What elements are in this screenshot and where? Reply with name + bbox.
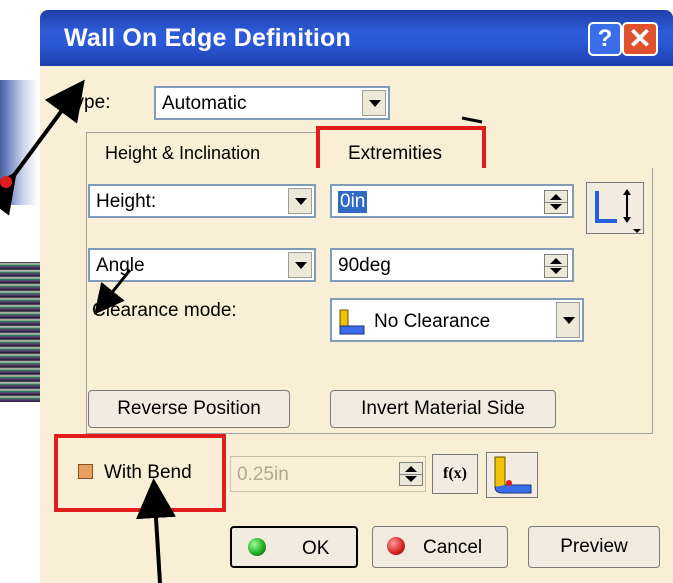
- height-mode-value: Height:: [96, 191, 157, 212]
- angle-mode-dropdown[interactable]: Angle: [88, 248, 316, 282]
- clearance-mode-label: Clearance mode:: [92, 300, 237, 321]
- bend-radius-spinner[interactable]: [399, 462, 423, 486]
- clearance-mode-value: No Clearance: [374, 311, 491, 332]
- chevron-down-icon[interactable]: [556, 302, 580, 338]
- with-bend-checkbox[interactable]: [78, 464, 93, 479]
- preview-button[interactable]: Preview: [528, 526, 660, 568]
- bend-parameters-icon: [494, 456, 532, 494]
- tab-label: Extremities: [348, 143, 442, 164]
- cancel-button[interactable]: Cancel: [372, 526, 508, 568]
- tab-height-inclination[interactable]: Height & Inclination: [86, 132, 320, 171]
- window-title: Wall On Edge Definition: [64, 24, 351, 52]
- ok-icon: [248, 538, 266, 556]
- cancel-label: Cancel: [423, 537, 483, 558]
- ok-button[interactable]: OK: [230, 526, 358, 568]
- angle-value-field[interactable]: 90deg: [330, 248, 574, 282]
- bend-radius-field[interactable]: 0.25in: [230, 456, 426, 492]
- height-spinner[interactable]: [544, 190, 568, 214]
- height-direction-button[interactable]: [586, 182, 644, 234]
- no-clearance-icon: [339, 309, 365, 335]
- height-mode-dropdown[interactable]: Height:: [88, 184, 316, 218]
- workspace-background-top: [0, 80, 38, 205]
- height-value: 0in: [338, 191, 368, 213]
- ok-label: OK: [302, 538, 330, 559]
- workspace-noise: [0, 262, 42, 402]
- cancel-icon: [387, 537, 405, 555]
- chevron-down-icon[interactable]: [288, 188, 312, 214]
- angle-value: 90deg: [338, 255, 391, 276]
- bend-radius-value: 0.25in: [237, 464, 289, 485]
- height-direction-icon: [595, 189, 641, 233]
- with-bend-label: With Bend: [104, 462, 192, 483]
- height-value-field[interactable]: 0in: [330, 184, 574, 218]
- type-value: Automatic: [162, 93, 247, 114]
- angle-spinner[interactable]: [544, 254, 568, 278]
- chevron-down-icon[interactable]: [362, 90, 386, 116]
- help-button[interactable]: ?: [588, 22, 622, 56]
- invert-material-side-button[interactable]: Invert Material Side: [330, 390, 556, 428]
- close-button[interactable]: ✕: [622, 22, 658, 56]
- type-label: Type:: [64, 92, 111, 113]
- formula-button[interactable]: f(x): [432, 454, 478, 494]
- chevron-down-icon[interactable]: [288, 252, 312, 278]
- clearance-mode-dropdown[interactable]: No Clearance: [330, 298, 584, 342]
- tab-label: Height & Inclination: [105, 143, 261, 163]
- angle-mode-value: Angle: [96, 255, 145, 276]
- reverse-position-button[interactable]: Reverse Position: [88, 390, 290, 428]
- bend-parameters-button[interactable]: [486, 452, 538, 498]
- type-dropdown[interactable]: Automatic: [154, 86, 390, 120]
